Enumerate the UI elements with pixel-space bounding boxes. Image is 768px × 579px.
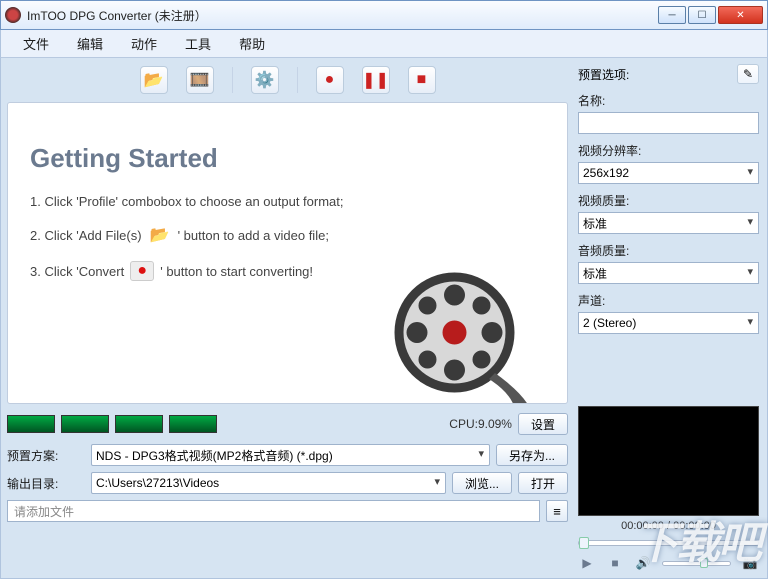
- titlebar: ImTOO DPG Converter (未注册） ─ ☐ ✕: [0, 0, 768, 30]
- cpu-bar-2: [61, 415, 109, 433]
- resolution-label: 视频分辨率:: [578, 142, 759, 159]
- settings-button[interactable]: ⚙️: [251, 66, 279, 94]
- stop-icon: ■: [417, 71, 427, 89]
- preset-header: 预置选项: ✎: [578, 64, 759, 84]
- preview-player[interactable]: [578, 406, 759, 516]
- app-icon: [5, 7, 21, 23]
- minimize-button[interactable]: ─: [658, 6, 686, 24]
- stop-icon: ■: [611, 556, 618, 570]
- profile-row: 预置方案: 另存为...: [7, 444, 568, 466]
- cpu-settings-button[interactable]: 设置: [518, 413, 568, 435]
- window-title: ImTOO DPG Converter (未注册）: [27, 7, 658, 24]
- window-buttons: ─ ☐ ✕: [658, 6, 763, 24]
- menu-file[interactable]: 文件: [9, 30, 63, 57]
- list-view-button[interactable]: ≡: [546, 500, 568, 522]
- film-reel-illustration: [387, 265, 537, 404]
- open-folder-icon: 📂: [144, 70, 164, 90]
- toolbar-separator: [232, 67, 233, 93]
- pause-icon: ❚❚: [362, 70, 389, 90]
- volume-slider[interactable]: [662, 561, 731, 566]
- name-field: 名称:: [578, 92, 759, 134]
- instruction-2-text-a: 2. Click 'Add File(s): [30, 228, 142, 243]
- cpu-bar-3: [115, 415, 163, 433]
- toolbar-separator: [297, 67, 298, 93]
- close-button[interactable]: ✕: [718, 6, 763, 24]
- audio-quality-label: 音频质量:: [578, 242, 759, 259]
- maximize-button[interactable]: ☐: [688, 6, 716, 24]
- instruction-1-text: 1. Click 'Profile' combobox to choose an…: [30, 194, 344, 209]
- list-lines-icon: ≡: [553, 504, 561, 519]
- video-quality-field: 视频质量:: [578, 192, 759, 234]
- stop-button[interactable]: ■: [408, 66, 436, 94]
- folder-icon: 📂: [148, 225, 172, 245]
- getting-started-heading: Getting Started: [30, 143, 551, 174]
- browse-button[interactable]: 浏览...: [452, 472, 512, 494]
- output-label: 输出目录:: [7, 475, 85, 492]
- right-panel: 预置选项: ✎ 名称: 视频分辨率: 视频质量: 音频质量: 声道: 00:00…: [574, 58, 767, 578]
- open-output-button[interactable]: 打开: [518, 472, 568, 494]
- toolbar: 📂 🎞️ ⚙️ ● ❚❚ ■: [7, 62, 568, 98]
- speaker-icon: 🔊: [636, 556, 651, 570]
- record-icon: ●: [130, 261, 154, 281]
- content-area: Getting Started 1. Click 'Profile' combo…: [7, 102, 568, 404]
- seek-thumb[interactable]: [579, 537, 589, 549]
- channel-label: 声道:: [578, 292, 759, 309]
- profile-combobox[interactable]: [91, 444, 490, 466]
- profile-save-as-button[interactable]: 另存为...: [496, 444, 568, 466]
- seek-slider[interactable]: [578, 540, 759, 546]
- left-panel: 📂 🎞️ ⚙️ ● ❚❚ ■ Getting Started 1. Click …: [1, 58, 574, 578]
- resolution-field: 视频分辨率:: [578, 142, 759, 184]
- audio-quality-combobox[interactable]: [578, 262, 759, 284]
- player-stop-button[interactable]: ■: [606, 554, 624, 572]
- menu-tools[interactable]: 工具: [171, 30, 225, 57]
- profile-label: 预置方案:: [7, 447, 85, 464]
- name-label: 名称:: [578, 92, 759, 109]
- play-button[interactable]: ▶: [578, 554, 596, 572]
- addfile-field[interactable]: 请添加文件: [7, 500, 540, 522]
- pause-button[interactable]: ❚❚: [362, 66, 390, 94]
- cpu-bar-1: [7, 415, 55, 433]
- audio-quality-field: 音频质量:: [578, 242, 759, 284]
- output-row: 输出目录: 浏览... 打开: [7, 472, 568, 494]
- camera-icon: 📷: [743, 556, 758, 570]
- menu-edit[interactable]: 编辑: [63, 30, 117, 57]
- video-quality-label: 视频质量:: [578, 192, 759, 209]
- record-button[interactable]: ●: [316, 66, 344, 94]
- open-folder-button[interactable]: 📂: [140, 66, 168, 94]
- edit-preset-button[interactable]: ✎: [737, 64, 759, 84]
- volume-button[interactable]: 🔊: [634, 554, 652, 572]
- pencil-icon: ✎: [743, 67, 753, 81]
- time-display: 00:00:00 / 00:00:00: [578, 520, 759, 532]
- instruction-2: 2. Click 'Add File(s) 📂 ' button to add …: [30, 225, 551, 245]
- resolution-combobox[interactable]: [578, 162, 759, 184]
- record-icon: ●: [325, 71, 335, 89]
- video-quality-combobox[interactable]: [578, 212, 759, 234]
- progress-row: CPU:9.09% 设置: [7, 410, 568, 438]
- player-controls: ▶ ■ 🔊 📷: [578, 554, 759, 572]
- cpu-bar-4: [169, 415, 217, 433]
- preset-label: 预置选项:: [578, 66, 629, 83]
- cpu-label: CPU:9.09%: [449, 417, 512, 431]
- instruction-3-text-a: 3. Click 'Convert: [30, 264, 124, 279]
- gear-plus-icon: ⚙️: [255, 70, 275, 90]
- channel-field: 声道:: [578, 292, 759, 334]
- instruction-2-text-b: ' button to add a video file;: [178, 228, 329, 243]
- menu-action[interactable]: 动作: [117, 30, 171, 57]
- addfile-placeholder: 请添加文件: [14, 503, 74, 520]
- volume-thumb[interactable]: [700, 558, 708, 568]
- output-path-combobox[interactable]: [91, 472, 446, 494]
- addfile-row: 请添加文件 ≡: [7, 500, 568, 522]
- add-file-button[interactable]: 🎞️: [186, 66, 214, 94]
- instruction-3-text-b: ' button to start converting!: [160, 264, 313, 279]
- name-input[interactable]: [578, 112, 759, 134]
- filmstrip-icon: 🎞️: [190, 70, 210, 90]
- instruction-1: 1. Click 'Profile' combobox to choose an…: [30, 194, 551, 209]
- play-icon: ▶: [582, 556, 591, 570]
- menu-help[interactable]: 帮助: [225, 30, 279, 57]
- menubar: 文件 编辑 动作 工具 帮助: [0, 30, 768, 58]
- snapshot-button[interactable]: 📷: [741, 554, 759, 572]
- channel-combobox[interactable]: [578, 312, 759, 334]
